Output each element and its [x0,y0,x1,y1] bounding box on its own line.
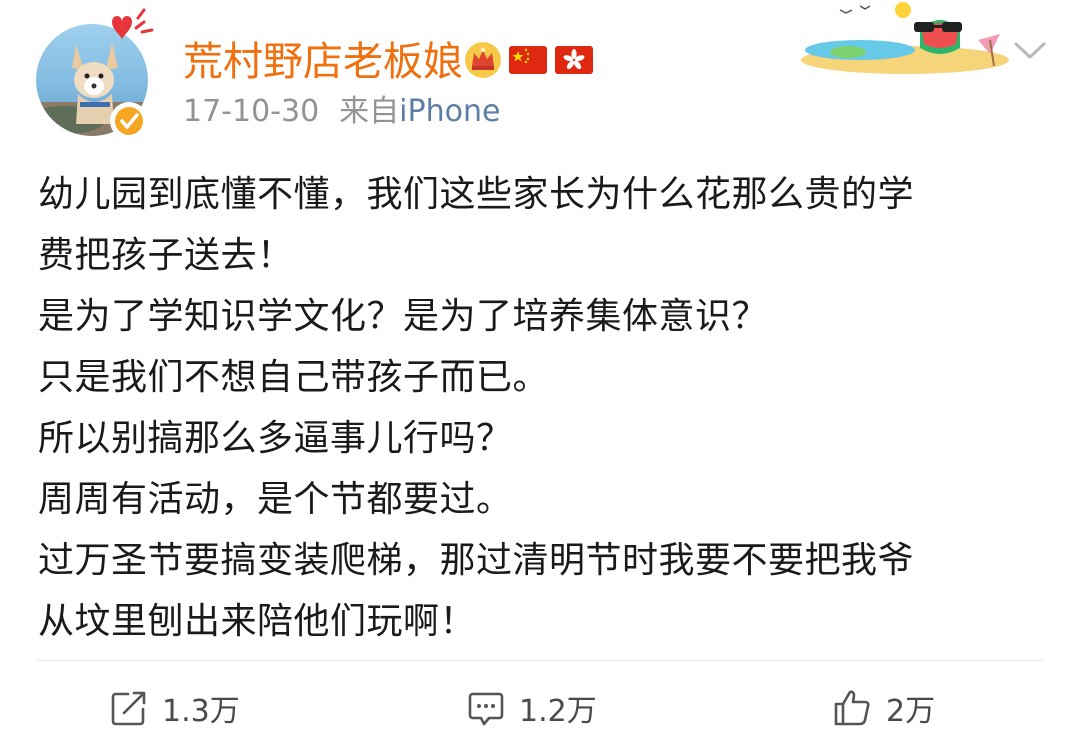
post-body-line: 是为了学知识学文化？是为了培养集体意识？ [38,296,769,337]
post-body-line: 周周有活动，是个节都要过。 [38,479,513,520]
heart-decoration-icon [108,8,158,48]
chevron-down-icon[interactable] [1013,40,1047,62]
like-button[interactable]: 2万 [832,680,935,736]
author-name[interactable]: 荒村野店老板娘 [183,38,463,86]
post-body-line: 所以别搞那么多逼事儿行吗？ [38,418,513,459]
post-body: 幼儿园到底懂不懂，我们这些家长为什么花那么贵的学 费把孩子送去！ 是为了学知识学… [38,164,1048,652]
source-link[interactable]: iPhone [399,94,500,129]
post-meta: 17-10-30 来自iPhone [183,94,500,130]
author-badges [463,40,601,80]
weibo-post-card: 荒村野店老板娘 17-10-30 来自iPhone 幼儿园到底懂不懂，我们这些家… [0,0,1080,745]
post-body-line: 过万圣节要搞变装爬梯，那过清明节时我要不要把我爷 [38,540,915,581]
post-body-line: 只是我们不想自己带孩子而已。 [38,357,550,398]
comment-count: 1.2万 [519,694,597,729]
like-count: 2万 [886,694,936,729]
post-date: 17-10-30 [183,94,320,129]
crown-icon [465,42,501,78]
like-icon [834,690,870,726]
source-prefix: 来自 [339,94,400,129]
divider [36,660,1044,661]
repost-count: 1.3万 [162,694,240,729]
repost-icon [111,691,146,726]
card-decoration-beach-icon [800,0,1010,78]
hong-kong-flag-icon [555,46,593,74]
china-flag-icon [509,46,547,74]
comment-button[interactable]: 1.2万 [467,680,597,736]
comment-icon [468,692,504,726]
action-bar: 1.3万 1.2万 2万 [0,680,1080,736]
post-body-line: 幼儿园到底懂不懂，我们这些家长为什么花那么贵的学 [38,174,915,215]
verified-badge-icon [110,102,148,140]
repost-button[interactable]: 1.3万 [110,680,240,736]
post-body-line: 从坟里刨出来陪他们玩啊！ [38,601,477,642]
post-body-line: 费把孩子送去！ [38,235,294,276]
